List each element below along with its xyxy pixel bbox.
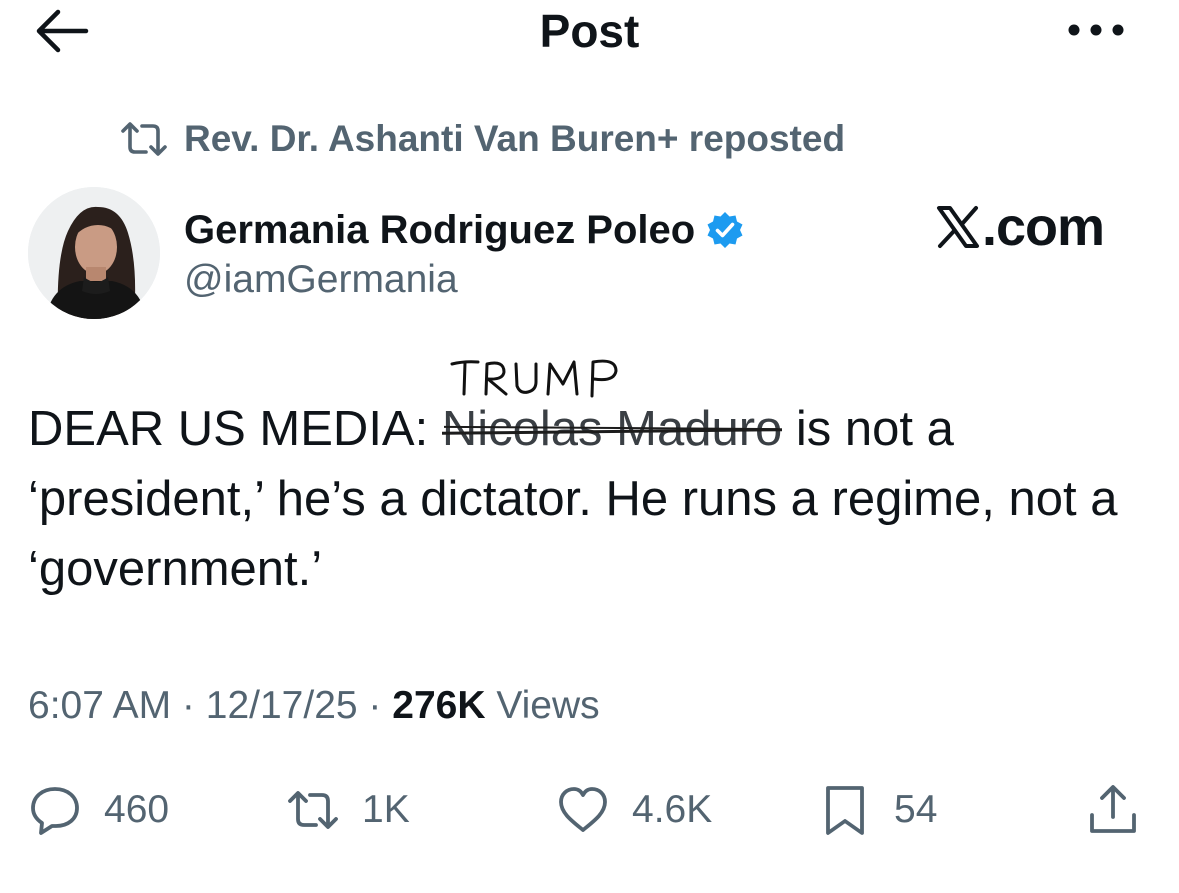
views-count[interactable]: 276K: [392, 684, 485, 727]
reply-count: 460: [104, 788, 170, 831]
author-handle[interactable]: @iamGermania: [184, 258, 458, 302]
watermark-text: .com: [982, 197, 1105, 257]
repost-button[interactable]: 1K: [286, 780, 410, 840]
repost-icon: [288, 791, 338, 829]
bookmark-button[interactable]: 54: [818, 780, 937, 840]
post-meta: 6:07 AM · 12/17/25 · 276K Views: [28, 684, 600, 728]
post-date[interactable]: 12/17/25: [206, 684, 358, 727]
reply-icon: [31, 787, 79, 835]
author-name-row[interactable]: Germania Rodriguez Poleo: [184, 204, 745, 256]
like-button[interactable]: 4.6K: [556, 780, 712, 840]
verified-badge-icon: [707, 212, 743, 248]
like-count: 4.6K: [632, 788, 713, 831]
post-time[interactable]: 6:07 AM: [28, 684, 171, 727]
share-button[interactable]: [1086, 780, 1140, 840]
repost-text: Rev. Dr. Ashanti Van Buren+ reposted: [184, 118, 846, 159]
x-logo-icon: [937, 206, 979, 248]
share-icon: [1090, 785, 1136, 833]
profile-photo: [28, 187, 160, 319]
repost-count: 1K: [362, 788, 410, 831]
meta-separator: ·: [171, 684, 206, 727]
views-label: Views: [485, 684, 600, 727]
repost-icon: [121, 122, 167, 156]
bookmark-count: 54: [894, 788, 938, 831]
reply-button[interactable]: 460: [28, 780, 169, 840]
bookmark-icon: [826, 786, 864, 835]
page-title: Post: [539, 5, 640, 57]
handwritten-trump-annotation: [450, 359, 618, 398]
more-options-button[interactable]: [1056, 8, 1136, 52]
avatar[interactable]: [28, 187, 160, 319]
more-horizontal-icon: [1068, 24, 1124, 36]
author-name[interactable]: Germania Rodriguez Poleo: [184, 208, 695, 253]
heart-icon: [559, 787, 607, 832]
x-com-watermark: .com: [936, 196, 1105, 258]
struck-through-name: Nicolas Maduro: [441, 402, 783, 456]
repost-context[interactable]: Rev. Dr. Ashanti Van Buren+ reposted: [118, 116, 845, 162]
post-text-before: DEAR US MEDIA:: [28, 402, 442, 456]
meta-separator: ·: [357, 684, 393, 727]
post-text: DEAR US MEDIA: Nicolas Maduro is not a ‘…: [28, 394, 1158, 604]
